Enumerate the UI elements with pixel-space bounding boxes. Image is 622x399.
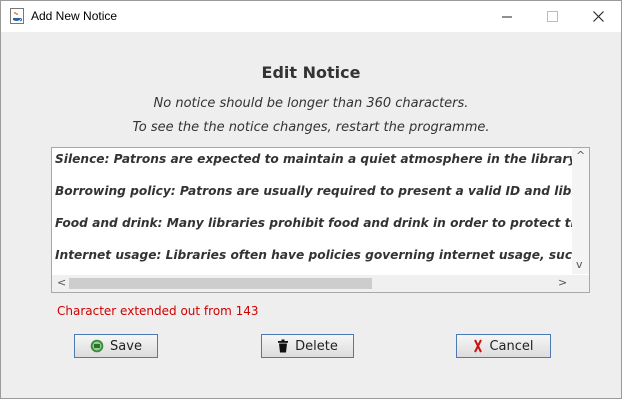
save-button[interactable]: Save xyxy=(74,334,158,358)
delete-button[interactable]: Delete xyxy=(261,334,354,358)
scroll-right-icon[interactable]: > xyxy=(558,276,567,289)
notice-line: Internet usage: Libraries often have pol… xyxy=(55,248,590,262)
trash-icon xyxy=(278,339,289,353)
scroll-down-icon[interactable]: v xyxy=(576,258,583,271)
window-title: Add New Notice xyxy=(31,9,118,23)
cancel-button[interactable]: Cancel xyxy=(456,334,551,358)
horizontal-scrollbar[interactable]: < > xyxy=(52,275,589,292)
scroll-up-icon[interactable]: ^ xyxy=(576,149,585,162)
save-icon xyxy=(90,339,104,353)
length-note: No notice should be longer than 360 char… xyxy=(153,96,469,111)
minimize-button[interactable] xyxy=(484,1,529,32)
minimize-icon xyxy=(501,16,512,17)
vertical-scrollbar[interactable]: ^ v xyxy=(572,148,589,274)
notice-line: Silence: Patrons are expected to maintai… xyxy=(55,152,590,166)
maximize-icon xyxy=(547,11,558,22)
scroll-left-icon[interactable]: < xyxy=(57,276,66,289)
java-app-icon xyxy=(10,8,24,24)
notice-line: Food and drink: Many libraries prohibit … xyxy=(55,216,590,230)
cancel-x-icon xyxy=(474,339,483,353)
maximize-button[interactable] xyxy=(530,1,575,32)
page-title: Edit Notice xyxy=(261,63,361,82)
title-bar: Add New Notice xyxy=(1,1,621,32)
restart-note: To see the the notice changes, restart t… xyxy=(132,120,490,135)
add-new-notice-dialog: Add New Notice Edit Notice No notice sho… xyxy=(0,0,622,399)
notice-textarea[interactable]: Silence: Patrons are expected to maintai… xyxy=(51,147,590,293)
character-error-message: Character extended out from 143 xyxy=(57,304,259,318)
save-label: Save xyxy=(110,338,142,354)
horizontal-scroll-thumb[interactable] xyxy=(69,278,372,289)
close-button[interactable] xyxy=(576,1,621,32)
delete-label: Delete xyxy=(295,338,338,354)
notice-line: Borrowing policy: Patrons are usually re… xyxy=(55,184,590,198)
close-icon xyxy=(593,11,604,22)
cancel-label: Cancel xyxy=(489,338,534,354)
